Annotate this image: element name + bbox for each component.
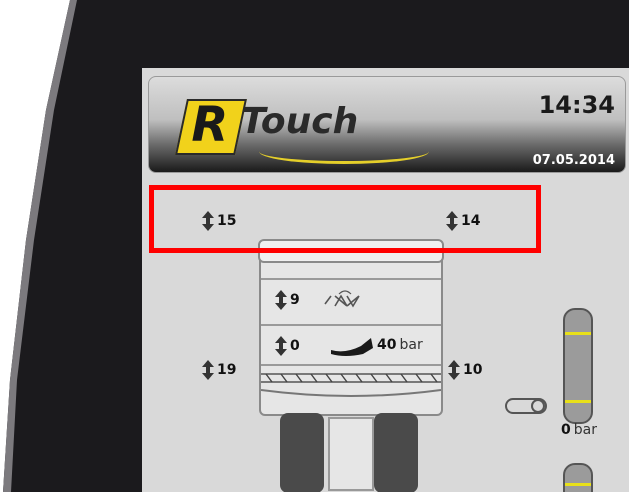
logo-text: Touch xyxy=(241,101,359,142)
reading-value: 9 xyxy=(290,292,300,308)
logo-badge: R xyxy=(175,97,247,155)
tines-row xyxy=(261,373,441,397)
section-divider xyxy=(261,364,441,366)
tank-level-mark xyxy=(565,400,591,403)
tank-level-mark xyxy=(565,332,591,335)
reading-value: 19 xyxy=(217,362,237,378)
tank-unit: bar xyxy=(573,422,597,438)
touch-screen: R Touch 14:34 07.05.2014 15 14 9 0 40 ba… xyxy=(142,68,629,492)
reading-value: 0 xyxy=(290,338,300,354)
packer-wheels xyxy=(280,413,418,492)
left-wheel xyxy=(280,413,324,492)
hydraulic-tank-gauge[interactable] xyxy=(563,308,593,424)
up-down-arrow-icon xyxy=(275,290,287,310)
implement-diagram: 9 0 40 bar xyxy=(258,239,444,416)
tank-pressure-reading: 0 bar xyxy=(561,422,597,438)
logo-swoosh xyxy=(259,139,429,164)
clock-date: 07.05.2014 xyxy=(532,153,615,168)
right-side-reading[interactable]: 10 xyxy=(448,360,482,380)
right-wheel xyxy=(374,413,418,492)
up-down-arrow-icon xyxy=(202,360,214,380)
pressure-value: 40 xyxy=(377,337,397,353)
lower-section-reading[interactable]: 0 xyxy=(275,336,300,356)
tank-value: 0 xyxy=(561,422,571,438)
left-side-reading[interactable]: 19 xyxy=(202,360,236,380)
center-frame xyxy=(328,417,374,491)
tank-level-mark xyxy=(565,483,591,486)
belt-drive-icon xyxy=(505,398,547,414)
section-divider xyxy=(261,324,441,326)
pressure-unit: bar xyxy=(399,337,423,353)
reading-value: 10 xyxy=(463,362,483,378)
secondary-tank-gauge[interactable] xyxy=(563,463,593,492)
coulter-icon xyxy=(331,338,373,356)
harrow-icon xyxy=(324,290,360,308)
section-divider xyxy=(261,278,441,280)
header-bar: R Touch 14:34 07.05.2014 xyxy=(148,76,626,173)
up-down-arrow-icon xyxy=(275,336,287,356)
clock-time: 14:34 xyxy=(538,91,615,119)
upper-section-reading[interactable]: 9 xyxy=(275,290,300,310)
highlight-box xyxy=(149,185,541,253)
pressure-reading[interactable]: 40 bar xyxy=(377,337,423,353)
up-down-arrow-icon xyxy=(448,360,460,380)
